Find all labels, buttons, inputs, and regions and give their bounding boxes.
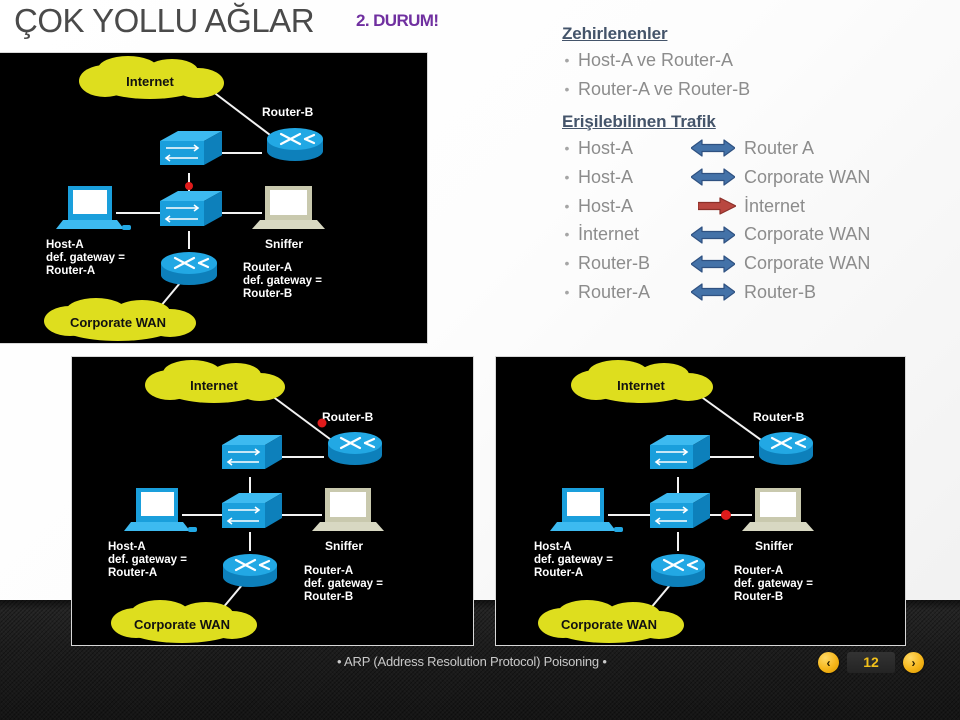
table-row: • Host-A İnternet <box>556 192 956 221</box>
traffic-source-label: Router-A <box>578 281 651 302</box>
sniffer-label: Sniffer <box>265 237 303 251</box>
svg-text:Host-A: Host-A <box>534 541 572 553</box>
traffic-source-label: Router-B <box>578 253 651 274</box>
sniffer-label: Sniffer <box>325 539 363 553</box>
red-marker <box>317 418 327 428</box>
svg-text:def. gateway =: def. gateway = <box>46 252 125 264</box>
bullet-icon: • <box>564 140 570 156</box>
prev-page-button[interactable]: ‹ <box>818 652 839 673</box>
svg-text:Host-A: Host-A <box>108 541 146 553</box>
traffic-heading: Erişilebilinen Trafik <box>562 112 716 131</box>
router-b-icon <box>328 432 382 465</box>
svg-text:Router-A: Router-A <box>734 565 783 577</box>
list-item: • Router-A ve Router-B <box>556 75 956 104</box>
bidirectional-arrow-icon <box>682 283 744 301</box>
switch-middle-icon <box>160 191 222 226</box>
slide-canvas: ÇOK YOLLU AĞLAR 2. DURUM! Internet Route… <box>0 0 960 720</box>
svg-text:Router-B: Router-B <box>734 591 783 603</box>
traffic-source-label: Host-A <box>578 195 634 216</box>
top-left-diagram: Internet Router-B Host-A def. gateway = … <box>0 53 427 343</box>
right-arrow-icon <box>682 197 744 215</box>
poisoned-item-label: Host-A ve Router-A <box>578 50 734 70</box>
bullet-icon: • <box>564 226 570 243</box>
svg-text:def. gateway =: def. gateway = <box>734 578 813 590</box>
svg-text:Internet: Internet <box>617 378 665 393</box>
poisoned-item-label: Router-A ve Router-B <box>578 78 751 99</box>
svg-text:def. gateway =: def. gateway = <box>304 578 383 590</box>
footer-caption: • ARP (Address Resolution Protocol) Pois… <box>337 654 607 669</box>
table-row: • İnternet Corporate WAN <box>556 220 956 249</box>
content-column: Zehirlenenler • Host-A ve Router-A • Rou… <box>556 24 956 307</box>
traffic-section: Erişilebilinen Trafik • Host-A Router A … <box>556 112 956 307</box>
bidirectional-arrow-icon <box>682 254 744 273</box>
switch-upper-icon <box>222 435 282 469</box>
switch-middle-icon <box>650 493 710 528</box>
svg-text:Corporate WAN: Corporate WAN <box>561 617 657 632</box>
router-b-label: Router-B <box>753 410 805 424</box>
traffic-source-label: İnternet <box>578 224 640 245</box>
sniffer-label: Sniffer <box>755 539 793 553</box>
svg-text:Internet: Internet <box>190 378 238 393</box>
switch-middle-icon <box>222 493 282 528</box>
bullet-icon: • <box>564 52 570 68</box>
traffic-target-label: İnternet <box>744 195 806 216</box>
svg-text:def. gateway =: def. gateway = <box>108 554 187 566</box>
router-a-icon <box>161 252 217 285</box>
red-marker <box>185 182 193 190</box>
page-title: ÇOK YOLLU AĞLAR <box>14 2 315 39</box>
bullet-icon: • <box>564 80 570 97</box>
svg-text:Internet: Internet <box>126 74 174 89</box>
svg-text:def. gateway =: def. gateway = <box>534 554 613 566</box>
slide-subtitle: 2. DURUM! <box>356 11 439 30</box>
svg-text:def. gateway =: def. gateway = <box>243 275 322 287</box>
switch-upper-icon <box>650 435 710 469</box>
router-b-label: Router-B <box>262 105 314 119</box>
table-row: • Router-B Corporate WAN <box>556 249 956 278</box>
switch-upper-icon <box>160 131 222 165</box>
svg-text:Router-B: Router-B <box>304 591 353 603</box>
svg-text:Corporate WAN: Corporate WAN <box>134 617 230 632</box>
svg-text:Router-A: Router-A <box>108 567 157 579</box>
svg-text:Router-A: Router-A <box>304 565 353 577</box>
svg-text:Router-A: Router-A <box>534 567 583 579</box>
bottom-left-diagram: Internet Router-B Host-A def. gateway = … <box>72 357 473 645</box>
svg-text:Router-A: Router-A <box>243 262 292 274</box>
bidirectional-arrow-icon <box>682 226 744 244</box>
router-a-icon <box>651 554 705 587</box>
traffic-target-label: Router A <box>744 138 815 158</box>
poisoned-list: • Host-A ve Router-A • Router-A ve Route… <box>556 46 956 103</box>
bullet-icon: • <box>564 197 570 214</box>
bottom-right-diagram: Internet Router-B Host-A def. gateway = … <box>496 357 905 645</box>
page-number: 12 <box>847 652 895 673</box>
bullet-icon: • <box>564 255 570 272</box>
bullet-icon: • <box>564 168 570 185</box>
footer-navigation: ‹ 12 › <box>818 652 924 673</box>
traffic-source-label: Host-A <box>578 166 634 187</box>
bidirectional-arrow-icon <box>682 168 744 186</box>
table-row: • Host-A Corporate WAN <box>556 163 956 192</box>
svg-text:Router-A: Router-A <box>46 265 95 277</box>
router-b-label: Router-B <box>322 410 374 424</box>
traffic-target-label: Router-B <box>744 281 817 302</box>
traffic-target-label: Corporate WAN <box>744 253 871 274</box>
next-page-button[interactable]: › <box>903 652 924 673</box>
traffic-list: • Host-A Router A • Host-A Corporate WAN… <box>556 134 956 307</box>
traffic-target-label: Corporate WAN <box>744 224 871 245</box>
poisoned-section: Zehirlenenler • Host-A ve Router-A • Rou… <box>556 24 956 103</box>
router-b-icon <box>267 128 323 161</box>
svg-text:Router-B: Router-B <box>243 288 292 300</box>
table-row: • Host-A Router A <box>556 134 956 163</box>
router-a-icon <box>223 554 277 587</box>
bullet-icon: • <box>564 283 570 300</box>
list-item: • Host-A ve Router-A <box>556 46 956 75</box>
bidirectional-arrow-icon <box>682 139 744 157</box>
traffic-source-label: Host-A <box>578 138 634 158</box>
poisoned-heading: Zehirlenenler <box>562 24 668 43</box>
router-b-icon <box>759 432 813 465</box>
table-row: • Router-A Router-B <box>556 278 956 307</box>
svg-text:Host-A: Host-A <box>46 239 84 251</box>
svg-text:Corporate WAN: Corporate WAN <box>70 315 166 330</box>
traffic-target-label: Corporate WAN <box>744 166 871 187</box>
red-marker <box>721 510 731 520</box>
